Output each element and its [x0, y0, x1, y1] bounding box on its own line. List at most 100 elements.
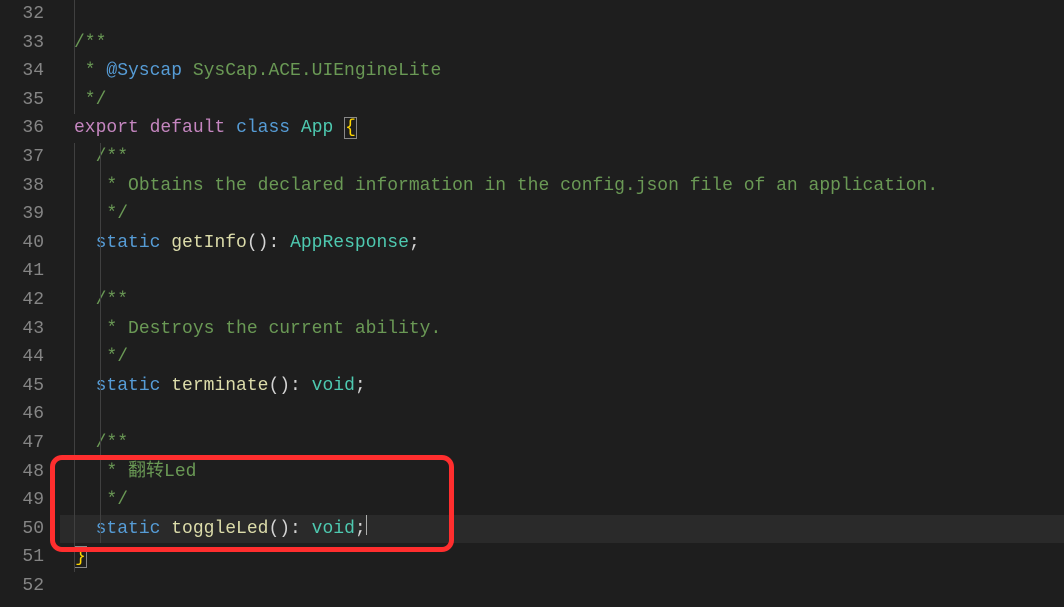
code-token [333, 118, 344, 138]
code-line[interactable]: static terminate(): void; [60, 372, 1064, 401]
line-number: 49 [0, 486, 44, 515]
line-number: 47 [0, 429, 44, 458]
code-token [160, 376, 171, 396]
code-line[interactable]: */ [60, 86, 1064, 115]
line-number: 37 [0, 143, 44, 172]
line-number-gutter: 3233343536373839404142434445464748495051… [0, 0, 60, 607]
code-token [74, 404, 96, 424]
line-number: 36 [0, 114, 44, 143]
indent-guide [74, 229, 75, 258]
indent-guide [74, 486, 75, 515]
code-line[interactable] [60, 257, 1064, 286]
line-number: 35 [0, 86, 44, 115]
line-number: 44 [0, 343, 44, 372]
code-line[interactable]: /** [60, 143, 1064, 172]
line-number: 51 [0, 543, 44, 572]
line-number: 52 [0, 572, 44, 601]
indent-guide [74, 57, 75, 86]
code-line[interactable]: * 翻转Led [60, 458, 1064, 487]
code-token: * [74, 61, 106, 81]
indent-guide [100, 458, 101, 487]
code-token: (): [268, 519, 311, 539]
code-token: ; [355, 519, 366, 539]
code-line[interactable]: */ [60, 343, 1064, 372]
code-line[interactable]: */ [60, 486, 1064, 515]
indent-guide [74, 543, 75, 572]
code-token [139, 118, 150, 138]
code-token [160, 233, 171, 253]
code-line[interactable]: static toggleLed(): void; [60, 515, 1064, 544]
code-line[interactable]: /** [60, 29, 1064, 58]
code-token: AppResponse [290, 233, 409, 253]
indent-guide [74, 143, 75, 172]
line-number: 48 [0, 458, 44, 487]
indent-guide [100, 343, 101, 372]
code-line[interactable]: * Destroys the current ability. [60, 315, 1064, 344]
code-token: (): [268, 376, 311, 396]
code-token [74, 576, 85, 596]
code-token: default [150, 118, 226, 138]
code-line[interactable]: /** [60, 286, 1064, 315]
code-line[interactable]: } [60, 543, 1064, 572]
code-line[interactable]: * Obtains the declared information in th… [60, 172, 1064, 201]
code-token [74, 519, 96, 539]
code-token [74, 147, 96, 167]
line-number: 40 [0, 229, 44, 258]
line-number: 45 [0, 372, 44, 401]
code-line[interactable]: /** [60, 429, 1064, 458]
indent-guide [100, 200, 101, 229]
code-line[interactable]: static getInfo(): AppResponse; [60, 229, 1064, 258]
indent-guide [74, 286, 75, 315]
indent-guide [74, 29, 75, 58]
code-token [74, 347, 96, 367]
code-token: static [96, 376, 161, 396]
code-token [74, 176, 96, 196]
code-token: SysCap.ACE.UIEngineLite [182, 61, 441, 81]
indent-guide [100, 257, 101, 286]
code-token [74, 433, 96, 453]
code-token: @Syscap [106, 61, 182, 81]
code-line[interactable] [60, 572, 1064, 601]
indent-guide [74, 515, 75, 544]
code-token [74, 4, 96, 24]
code-token: /** [74, 33, 106, 53]
indent-guide [74, 400, 75, 429]
line-number: 41 [0, 257, 44, 286]
indent-guide [74, 343, 75, 372]
line-number: 50 [0, 515, 44, 544]
code-line[interactable] [60, 400, 1064, 429]
indent-guide [74, 200, 75, 229]
code-line[interactable]: */ [60, 200, 1064, 229]
text-cursor [366, 515, 367, 535]
code-token: * Obtains the declared information in th… [96, 176, 939, 196]
indent-guide [74, 315, 75, 344]
line-number: 32 [0, 0, 44, 29]
code-line[interactable]: * @Syscap SysCap.ACE.UIEngineLite [60, 57, 1064, 86]
code-editor[interactable]: 3233343536373839404142434445464748495051… [0, 0, 1064, 607]
code-token: static [96, 233, 161, 253]
indent-guide [74, 458, 75, 487]
indent-guide [100, 515, 101, 544]
code-area[interactable]: /** * @Syscap SysCap.ACE.UIEngineLite */… [60, 0, 1064, 607]
line-number: 46 [0, 400, 44, 429]
indent-guide [100, 229, 101, 258]
line-number: 33 [0, 29, 44, 58]
indent-guide [74, 86, 75, 115]
code-token: class [236, 118, 290, 138]
indent-guide [74, 372, 75, 401]
code-line[interactable] [60, 0, 1064, 29]
line-number: 43 [0, 315, 44, 344]
indent-guide [100, 172, 101, 201]
code-token: App [301, 118, 333, 138]
code-token [74, 261, 96, 281]
code-token: ; [409, 233, 420, 253]
indent-guide [100, 143, 101, 172]
indent-guide [100, 486, 101, 515]
code-token: terminate [171, 376, 268, 396]
indent-guide [74, 172, 75, 201]
line-number: 39 [0, 200, 44, 229]
indent-guide [100, 315, 101, 344]
code-line[interactable]: export default class App { [60, 114, 1064, 143]
code-token [74, 290, 96, 310]
code-token [74, 376, 96, 396]
